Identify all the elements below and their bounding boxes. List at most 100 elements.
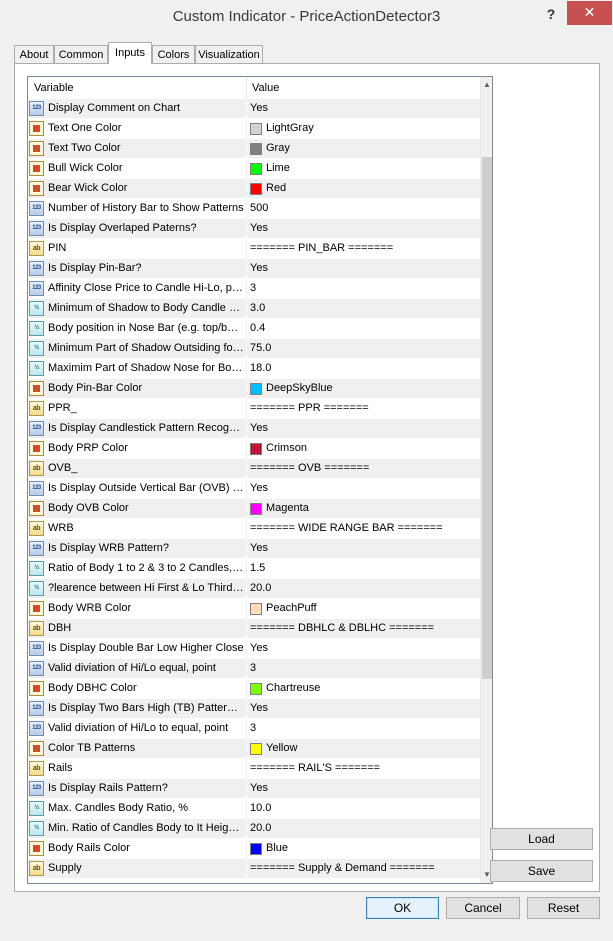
input-row[interactable]: 123 Valid diviation of Hi/Lo equal, point… [28,659,480,679]
input-row[interactable]: Text One Color LightGray [28,119,480,139]
input-row[interactable]: 123 Number of History Bar to Show Pattern… [28,199,480,219]
input-value[interactable]: 75.0 [250,339,478,358]
input-row[interactable]: ½ Minimum of Shadow to Body Candle Ratio 3… [28,299,480,319]
input-value[interactable]: Blue [266,839,492,858]
save-button[interactable]: Save [490,860,593,882]
header-value[interactable]: Value [252,82,279,94]
header-variable[interactable]: Variable [34,82,74,94]
input-value[interactable]: ======= OVB ======= [250,459,478,478]
input-row[interactable]: Body Rails Color Blue [28,839,480,859]
input-row[interactable]: ab PIN ======= PIN_BAR ======= [28,239,480,259]
input-value[interactable]: Yes [250,699,478,718]
input-value[interactable]: 20.0 [250,819,478,838]
color-swatch[interactable] [250,683,262,695]
input-value[interactable]: 0.4 [250,319,478,338]
input-value[interactable]: Yes [250,259,478,278]
input-value[interactable]: Yes [250,479,478,498]
input-value[interactable]: ======= RAIL'S ======= [250,759,478,778]
color-swatch[interactable] [250,383,262,395]
tab-common[interactable]: Common [54,45,108,63]
color-swatch[interactable] [250,163,262,175]
color-swatch[interactable] [250,843,262,855]
input-value[interactable]: 3.0 [250,299,478,318]
input-value[interactable]: PeachPuff [266,599,492,618]
input-row[interactable]: 123 Is Display WRB Pattern? Yes [28,539,480,559]
input-row[interactable]: 123 Is Display Overlaped Paterns? Yes [28,219,480,239]
reset-button[interactable]: Reset [527,897,600,919]
cancel-button[interactable]: Cancel [446,897,520,919]
input-value[interactable]: LightGray [266,119,492,138]
input-value[interactable]: ======= DBHLC & DBLHC ======= [250,619,478,638]
input-row[interactable]: 123 Display Comment on Chart Yes [28,99,480,119]
ok-button[interactable]: OK [366,897,439,919]
input-value[interactable]: 3 [250,279,478,298]
input-row[interactable]: ½ Minimum Part of Shadow Outsiding for Ba… [28,339,480,359]
input-value[interactable]: 3 [250,719,478,738]
input-row[interactable]: ½ Max. Candles Body Ratio, % 10.0 [28,799,480,819]
input-value[interactable]: Yes [250,99,478,118]
color-swatch[interactable] [250,443,262,455]
input-value[interactable]: DeepSkyBlue [266,379,492,398]
input-row[interactable]: ab PPR_ ======= PPR ======= [28,399,480,419]
input-row[interactable]: ½ Body position in Nose Bar (e.g. top/bot… [28,319,480,339]
input-row[interactable]: 123 Is Display Rails Pattern? Yes [28,779,480,799]
color-swatch[interactable] [250,143,262,155]
input-value[interactable]: Yes [250,419,478,438]
input-value[interactable]: Magenta [266,499,492,518]
tab-colors[interactable]: Colors [152,45,195,63]
scrollbar-thumb[interactable] [482,157,492,679]
input-row[interactable]: ab WRB ======= WIDE RANGE BAR ======= [28,519,480,539]
input-row[interactable]: 123 Is Display Candlestick Pattern Recogn… [28,419,480,439]
input-row[interactable]: Bear Wick Color Red [28,179,480,199]
input-row[interactable]: Body OVB Color Magenta [28,499,480,519]
tab-visualization[interactable]: Visualization [195,45,263,63]
header-divider[interactable] [246,77,247,99]
input-row[interactable]: 123 Valid diviation of Hi/Lo to equal, po… [28,719,480,739]
color-swatch[interactable] [250,743,262,755]
input-value[interactable]: Crimson [266,439,492,458]
input-row[interactable]: 123 Is Display Two Bars High (TB) Pattern… [28,699,480,719]
input-value[interactable]: 3 [250,659,478,678]
input-row[interactable]: ½ Ratio of Body 1 to 2 & 3 to 2 Candles, … [28,559,480,579]
tab-about[interactable]: About [14,45,54,63]
input-value[interactable]: ======= Supply & Demand ======= [250,859,478,878]
input-value[interactable]: Lime [266,159,492,178]
input-value[interactable]: Gray [266,139,492,158]
tab-inputs[interactable]: Inputs [108,42,152,64]
scroll-up-arrow-icon[interactable]: ▲ [481,79,492,91]
color-swatch[interactable] [250,603,262,615]
color-swatch[interactable] [250,183,262,195]
input-value[interactable]: ======= WIDE RANGE BAR ======= [250,519,478,538]
input-value[interactable]: 18.0 [250,359,478,378]
help-button[interactable]: ? [540,6,562,26]
input-row[interactable]: ab Rails ======= RAIL'S ======= [28,759,480,779]
input-value[interactable]: 10.0 [250,799,478,818]
input-value[interactable]: Yes [250,779,478,798]
input-row[interactable]: Body WRB Color PeachPuff [28,599,480,619]
input-row[interactable]: 123 Is Display Double Bar Low Higher Clos… [28,639,480,659]
input-row[interactable]: ½ ?learence between Hi First & Lo Third C… [28,579,480,599]
input-row[interactable]: Text Two Color Gray [28,139,480,159]
input-value[interactable]: ======= PIN_BAR ======= [250,239,478,258]
close-button[interactable]: ✕ [567,1,612,25]
input-value[interactable]: Yellow [266,739,492,758]
input-row[interactable]: ab Supply ======= Supply & Demand ======= [28,859,480,879]
input-value[interactable]: Yes [250,539,478,558]
color-swatch[interactable] [250,503,262,515]
input-row[interactable]: ½ Min. Ratio of Candles Body to It Height… [28,819,480,839]
vertical-scrollbar[interactable]: ▲ ▼ [480,77,492,883]
input-value[interactable]: ======= PPR ======= [250,399,478,418]
input-row[interactable]: ab OVB_ ======= OVB ======= [28,459,480,479]
input-row[interactable]: Body Pin-Bar Color DeepSkyBlue [28,379,480,399]
input-value[interactable]: 1.5 [250,559,478,578]
input-row[interactable]: Body DBHC Color Chartreuse [28,679,480,699]
input-row[interactable]: 123 Is Display Outside Vertical Bar (OVB)… [28,479,480,499]
input-value[interactable]: Yes [250,219,478,238]
input-value[interactable]: Chartreuse [266,679,492,698]
input-value[interactable]: 500 [250,199,478,218]
input-value[interactable]: Yes [250,639,478,658]
input-row[interactable]: Color TB Patterns Yellow [28,739,480,759]
load-button[interactable]: Load [490,828,593,850]
input-row[interactable]: ab DBH ======= DBHLC & DBLHC ======= [28,619,480,639]
input-row[interactable]: ½ Maximim Part of Shadow Nose for Body Ba… [28,359,480,379]
